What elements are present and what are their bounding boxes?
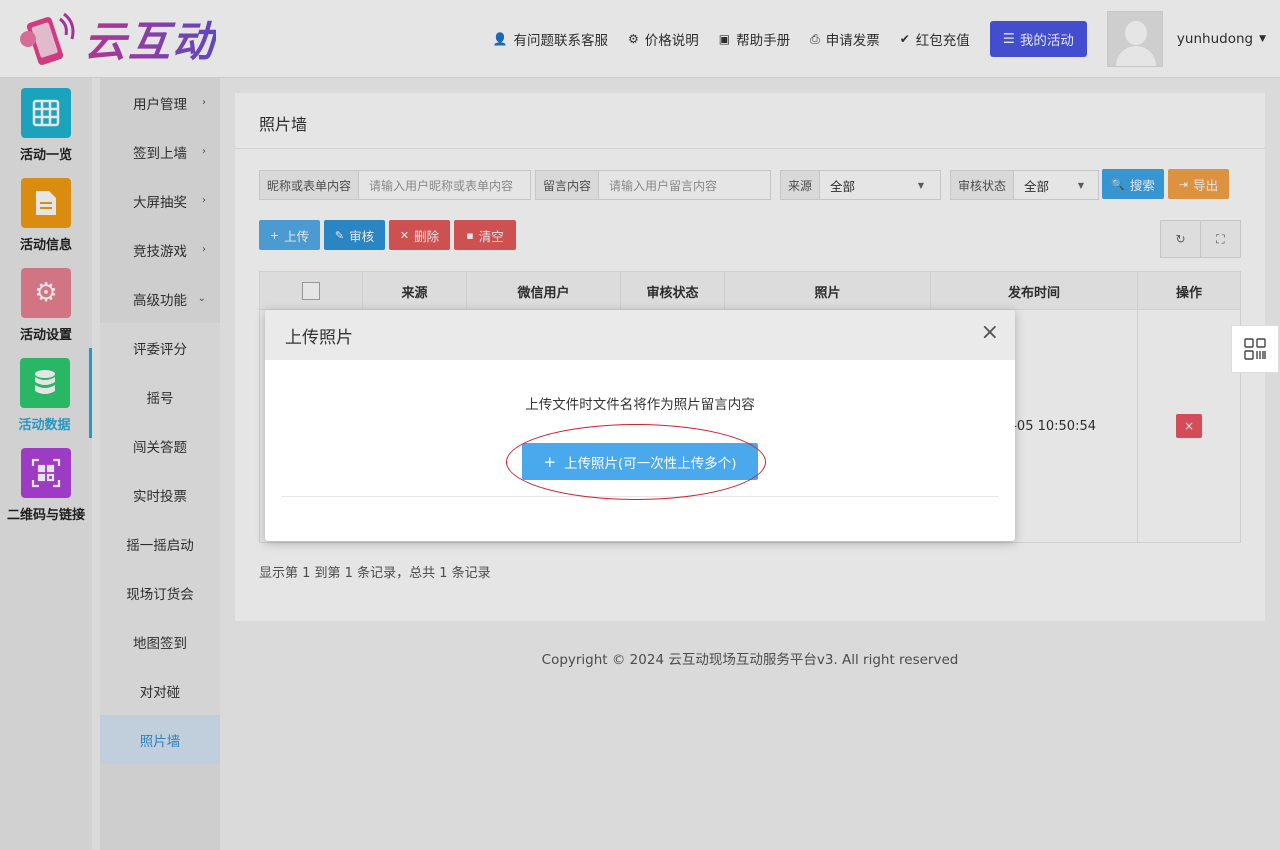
floating-qrcode-button[interactable] <box>1231 325 1279 373</box>
dialog-title: 上传照片 <box>285 328 353 348</box>
qrcode-icon <box>1244 338 1266 360</box>
dialog-header: 上传照片 × <box>265 310 1015 360</box>
close-icon[interactable]: × <box>981 322 999 344</box>
highlight-annotation <box>506 424 766 500</box>
upload-hint: 上传文件时文件名将作为照片留言内容 <box>525 397 755 413</box>
